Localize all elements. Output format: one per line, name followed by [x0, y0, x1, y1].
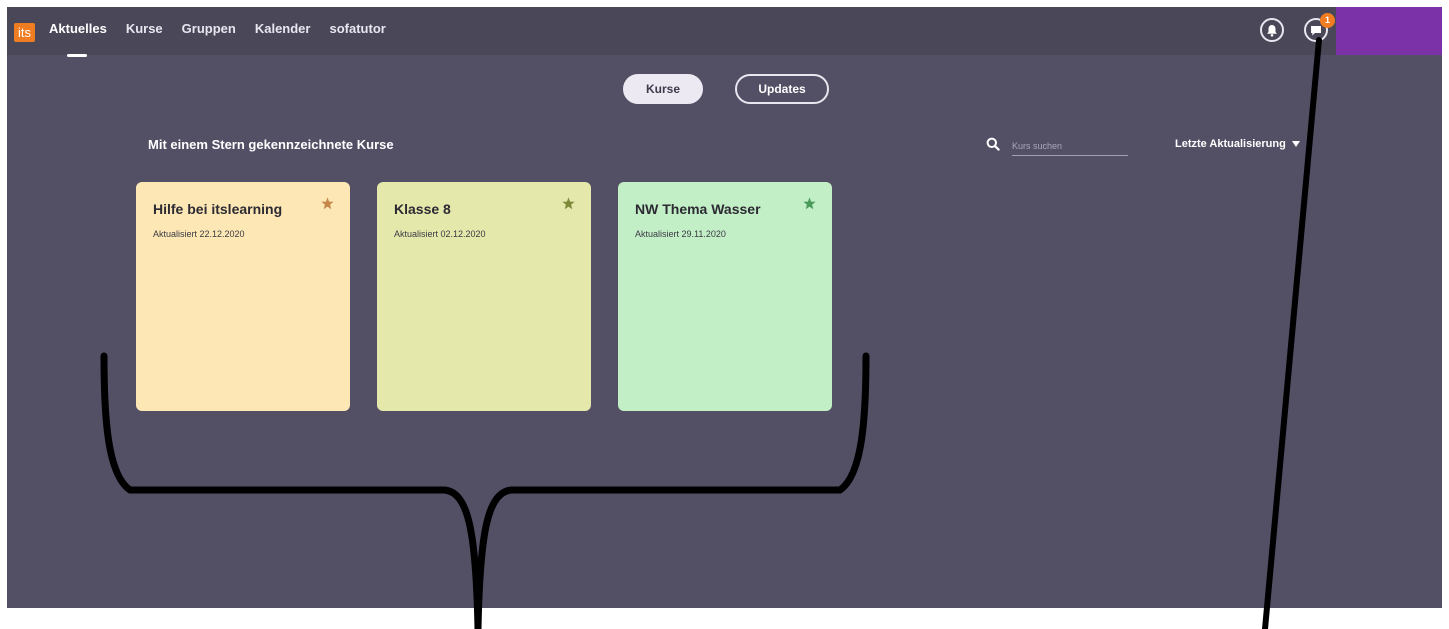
annotation-pointer-line — [1262, 37, 1322, 629]
annotation-overlay — [100, 37, 1322, 629]
annotation-brace — [100, 352, 870, 629]
